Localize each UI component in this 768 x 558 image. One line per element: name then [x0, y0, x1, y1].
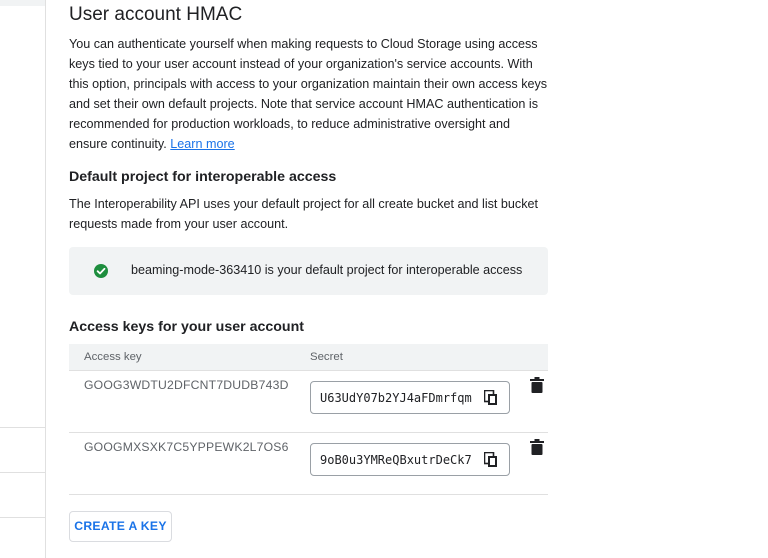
trash-icon[interactable] [530, 439, 544, 455]
access-keys-heading: Access keys for your user account [69, 319, 304, 335]
access-key-value: GOOGMXSXK7C5YPPEWK2L7OS6 [84, 440, 289, 454]
table-row: GOOGMXSXK7C5YPPEWK2L7OS6 9oB0u3YMReQBxut… [69, 433, 548, 495]
section-description-text: You can authenticate yourself when makin… [69, 37, 548, 151]
access-key-value: GOOG3WDTU2DFCNT7DUDB743D [84, 378, 289, 392]
secret-value[interactable]: 9oB0u3YMReQBxutrDeCk7 [320, 453, 475, 467]
copy-icon[interactable] [484, 452, 498, 468]
learn-more-link[interactable]: Learn more [170, 137, 234, 151]
nav-divider [0, 472, 45, 473]
default-project-notice: beaming-mode-363410 is your default proj… [69, 247, 548, 295]
access-keys-table: Access key Secret GOOG3WDTU2DFCNT7DUDB74… [69, 344, 548, 495]
secret-value[interactable]: U63UdY07b2YJ4aFDmrfqm [320, 391, 475, 405]
table-row: GOOG3WDTU2DFCNT7DUDB743D U63UdY07b2YJ4aF… [69, 371, 548, 433]
nav-divider [0, 427, 45, 428]
trash-icon[interactable] [530, 377, 544, 393]
secret-field[interactable]: 9oB0u3YMReQBxutrDeCk7 [310, 443, 510, 476]
check-circle-icon [94, 264, 108, 278]
left-nav-rail [0, 0, 46, 558]
copy-icon[interactable] [484, 390, 498, 406]
default-project-heading: Default project for interoperable access [69, 169, 337, 185]
table-header: Access key Secret [69, 344, 548, 371]
section-description: You can authenticate yourself when makin… [69, 34, 549, 154]
nav-item-selected[interactable] [0, 0, 45, 6]
column-header-access-key: Access key [84, 351, 142, 363]
default-project-description: The Interoperability API uses your defau… [69, 197, 539, 231]
section-title: User account HMAC [69, 4, 243, 25]
nav-divider [0, 517, 45, 518]
column-header-secret: Secret [310, 351, 343, 363]
create-key-button[interactable]: CREATE A KEY [69, 511, 172, 542]
default-project-notice-text: beaming-mode-363410 is your default proj… [131, 263, 523, 277]
secret-field[interactable]: U63UdY07b2YJ4aFDmrfqm [310, 381, 510, 414]
